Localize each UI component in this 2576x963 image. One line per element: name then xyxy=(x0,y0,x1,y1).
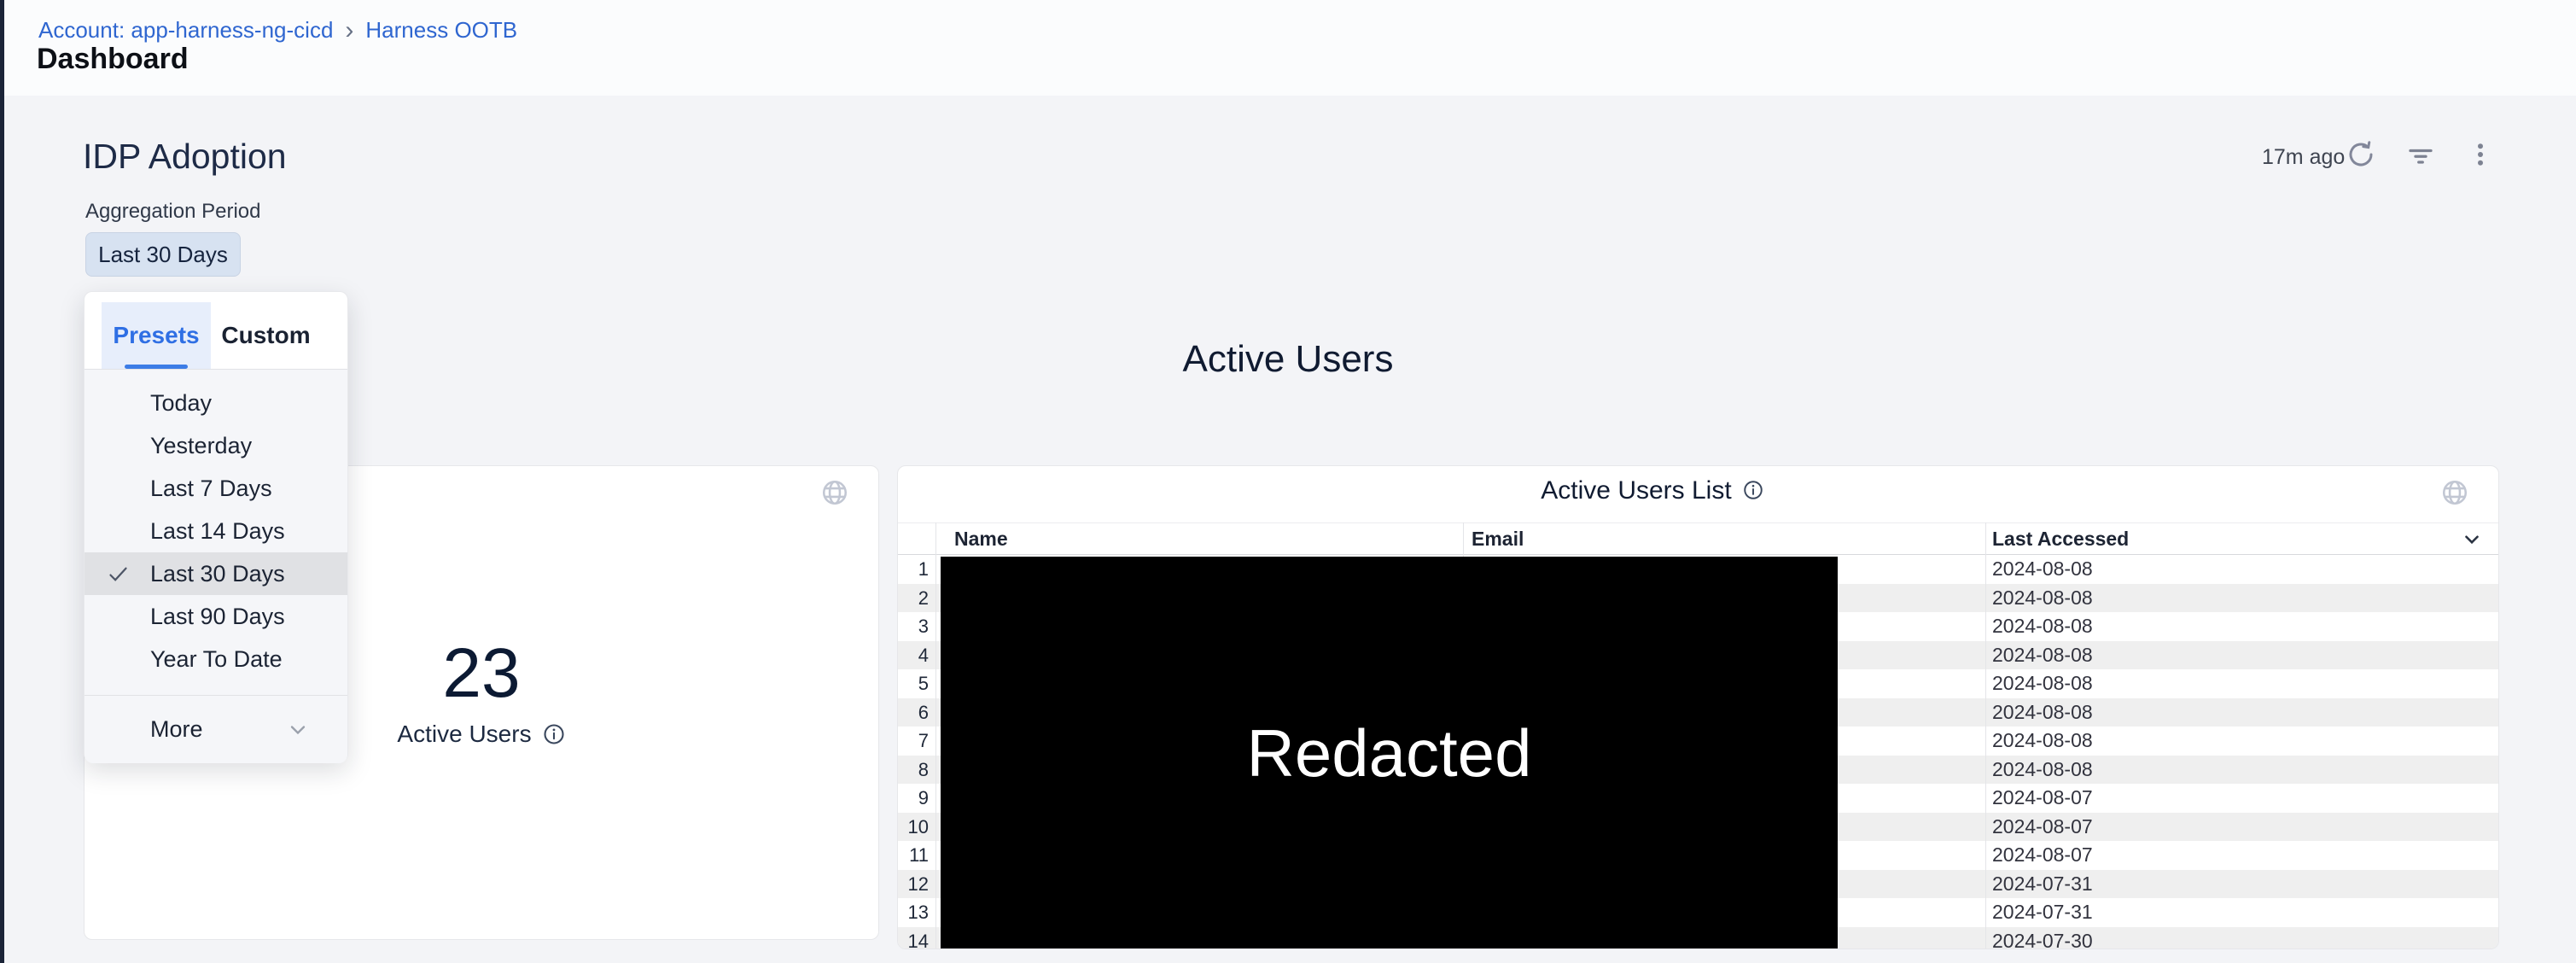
row-number: 12 xyxy=(898,870,929,899)
preset-item-year-to-date[interactable]: Year To Date xyxy=(85,638,347,680)
row-number: 14 xyxy=(898,927,929,950)
period-dropdown: Presets Custom Today Yesterday Last 7 Da… xyxy=(84,291,348,762)
more-vertical-icon[interactable] xyxy=(2465,139,2496,170)
last-accessed-cell: 2024-08-08 xyxy=(1992,669,2093,698)
table-header-row: Name Email Last Accessed xyxy=(898,522,2498,555)
row-number: 7 xyxy=(898,727,929,756)
redacted-overlay: Redacted xyxy=(941,557,1838,949)
active-users-list-card: Active Users List Name Email Last Access… xyxy=(897,465,2499,949)
preset-more-button[interactable]: More xyxy=(85,695,347,763)
row-number: 11 xyxy=(898,841,929,870)
last-accessed-cell: 2024-07-30 xyxy=(1992,927,2093,950)
row-number: 5 xyxy=(898,669,929,698)
dashboard-title: IDP Adoption xyxy=(83,137,287,177)
last-accessed-cell: 2024-07-31 xyxy=(1992,898,2093,927)
preset-item-last-90-days[interactable]: Last 90 Days xyxy=(85,595,347,638)
last-accessed-cell: 2024-08-08 xyxy=(1992,698,2093,727)
column-header-name: Name xyxy=(954,523,1008,554)
preset-item-last-7-days[interactable]: Last 7 Days xyxy=(85,467,347,510)
top-header: Account: app-harness-ng-cicd › Harness O… xyxy=(0,0,2576,96)
row-number: 10 xyxy=(898,813,929,842)
section-title-active-users: Active Users xyxy=(0,338,2576,381)
filter-icon[interactable] xyxy=(2405,139,2436,170)
page-title: Dashboard xyxy=(37,43,189,76)
active-users-metric-label: Active Users xyxy=(397,721,531,748)
tab-presets[interactable]: Presets xyxy=(102,302,211,369)
preset-list: Today Yesterday Last 7 Days Last 14 Days… xyxy=(85,370,347,763)
globe-icon xyxy=(2440,478,2469,507)
chevron-down-icon[interactable] xyxy=(2461,528,2483,551)
preset-item-yesterday[interactable]: Yesterday xyxy=(85,424,347,467)
preset-item-today[interactable]: Today xyxy=(85,382,347,424)
row-number: 2 xyxy=(898,584,929,613)
info-icon[interactable] xyxy=(1742,479,1766,503)
last-updated-label: 17m ago xyxy=(2262,145,2345,170)
last-accessed-cell: 2024-08-08 xyxy=(1992,584,2093,613)
row-number: 4 xyxy=(898,641,929,670)
info-icon[interactable] xyxy=(542,722,566,746)
collapsed-sidebar-edge xyxy=(0,0,4,963)
refresh-icon[interactable] xyxy=(2346,139,2376,170)
last-accessed-cell: 2024-08-08 xyxy=(1992,555,2093,584)
row-number: 8 xyxy=(898,756,929,785)
preset-more-label: More xyxy=(150,716,203,743)
preset-item-label: Last 30 Days xyxy=(150,561,285,587)
column-divider xyxy=(935,522,936,948)
aggregation-period-label: Aggregation Period xyxy=(85,200,260,224)
row-number: 3 xyxy=(898,612,929,641)
chevron-down-icon xyxy=(286,718,310,742)
last-accessed-cell: 2024-08-08 xyxy=(1992,612,2093,641)
breadcrumb: Account: app-harness-ng-cicd › Harness O… xyxy=(38,17,517,44)
breadcrumb-harness-ootb-link[interactable]: Harness OOTB xyxy=(365,17,517,44)
column-divider xyxy=(1985,522,1986,948)
period-dropdown-tabs: Presets Custom xyxy=(85,292,347,370)
row-number: 1 xyxy=(898,555,929,584)
breadcrumb-separator-icon: › xyxy=(345,20,353,42)
last-accessed-cell: 2024-08-08 xyxy=(1992,641,2093,670)
column-header-last-accessed: Last Accessed xyxy=(1992,523,2129,554)
tab-custom[interactable]: Custom xyxy=(213,302,319,369)
preset-item-last-30-days[interactable]: Last 30 Days xyxy=(85,552,347,595)
last-accessed-cell: 2024-08-07 xyxy=(1992,784,2093,813)
check-icon xyxy=(107,563,130,586)
row-number: 9 xyxy=(898,784,929,813)
row-number: 13 xyxy=(898,898,929,927)
globe-icon xyxy=(820,478,849,507)
table-card-title: Active Users List xyxy=(1541,476,1731,505)
aggregation-period-button[interactable]: Last 30 Days xyxy=(85,232,241,277)
last-accessed-cell: 2024-08-08 xyxy=(1992,727,2093,756)
column-header-email: Email xyxy=(1472,523,1524,554)
last-accessed-cell: 2024-08-07 xyxy=(1992,813,2093,842)
last-accessed-cell: 2024-08-08 xyxy=(1992,756,2093,785)
redacted-label: Redacted xyxy=(1247,715,1532,792)
row-number: 6 xyxy=(898,698,929,727)
preset-item-last-14-days[interactable]: Last 14 Days xyxy=(85,510,347,552)
breadcrumb-account-link[interactable]: Account: app-harness-ng-cicd xyxy=(38,17,333,44)
last-accessed-cell: 2024-08-07 xyxy=(1992,841,2093,870)
last-accessed-cell: 2024-07-31 xyxy=(1992,870,2093,899)
